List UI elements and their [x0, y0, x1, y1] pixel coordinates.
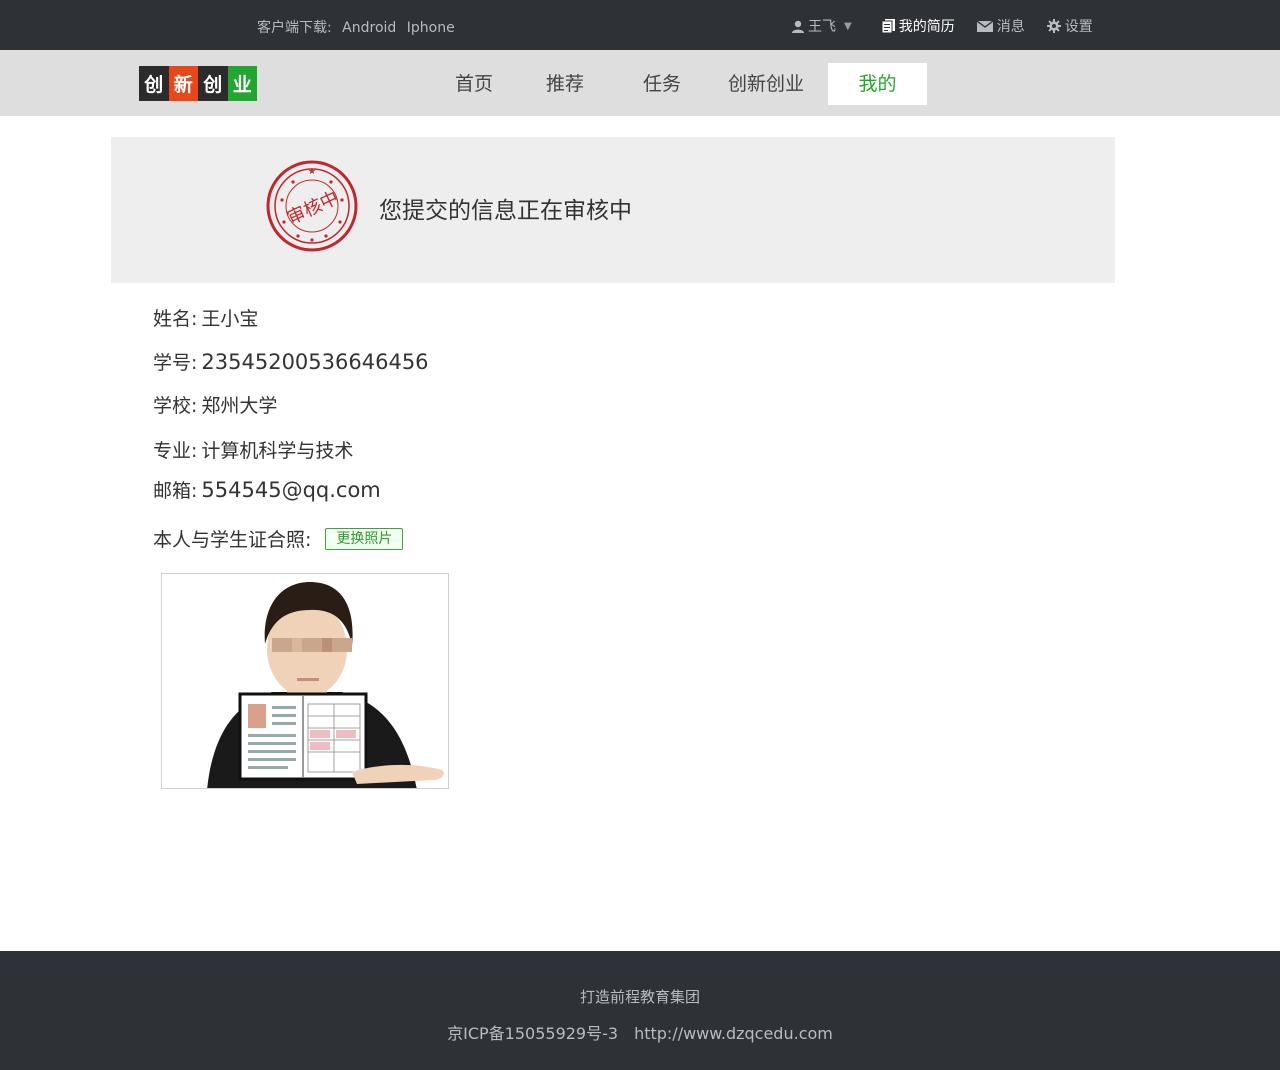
photo-illustration — [162, 574, 448, 788]
info-email-row: 邮箱: 554545@qq.com — [153, 476, 381, 503]
messages-link[interactable]: 消息 — [976, 16, 1025, 36]
student-id-value: 23545200536646456 — [201, 350, 429, 374]
logo-char-2: 新 — [168, 66, 198, 101]
stamp-text: 审核中 — [284, 187, 342, 229]
student-id-photo — [161, 573, 449, 789]
nav-home[interactable]: 首页 — [455, 63, 493, 105]
info-name-row: 姓名: 王小宝 — [153, 304, 258, 331]
settings-link[interactable]: 设置 — [1046, 16, 1093, 36]
user-name: 王飞 — [808, 19, 836, 35]
site-logo[interactable]: 创 新 创 业 — [139, 66, 257, 101]
photo-label: 本人与学生证合照: — [153, 529, 312, 551]
info-photo-row: 本人与学生证合照: 更换照片 — [153, 525, 404, 552]
messages-label: 消息 — [996, 19, 1025, 35]
iphone-link[interactable]: Iphone — [407, 20, 455, 36]
change-photo-button[interactable]: 更换照片 — [325, 527, 404, 550]
name-label: 姓名: — [153, 308, 198, 330]
main-nav-bar: 创 新 创 业 首页 推荐 任务 创新创业 我的 — [0, 50, 1280, 116]
site-url-link[interactable]: http://www.dzqcedu.com — [634, 1024, 833, 1043]
footer: 打造前程教育集团 京ICP备15055929号-3 http://www.dzqc… — [0, 951, 1280, 1070]
name-value: 王小宝 — [201, 308, 259, 330]
major-label: 专业: — [153, 440, 198, 462]
nav-mine[interactable]: 我的 — [828, 63, 927, 105]
envelope-icon — [976, 20, 993, 32]
android-link[interactable]: Android — [342, 20, 396, 36]
client-download: 客户端下载: Android Iphone — [257, 17, 461, 37]
school-value: 郑州大学 — [201, 395, 278, 417]
email-value: 554545@qq.com — [201, 478, 381, 502]
school-label: 学校: — [153, 395, 198, 417]
footer-icp-line: 京ICP备15055929号-3 http://www.dzqcedu.com — [0, 1020, 1280, 1044]
icp-number: 京ICP备15055929号-3 — [447, 1024, 619, 1043]
footer-slogan: 打造前程教育集团 — [579, 988, 700, 1006]
review-stamp-icon: 审核中 — [266, 160, 358, 252]
student-id-label: 学号: — [153, 352, 198, 374]
client-download-label: 客户端下载: — [257, 20, 332, 36]
nav-tasks[interactable]: 任务 — [643, 63, 681, 105]
info-major-row: 专业: 计算机科学与技术 — [153, 436, 353, 463]
nav-innovation[interactable]: 创新创业 — [728, 63, 804, 105]
info-id-row: 学号: 23545200536646456 — [153, 348, 429, 375]
user-icon — [792, 20, 804, 33]
info-school-row: 学校: 郑州大学 — [153, 391, 277, 418]
nav-recommend[interactable]: 推荐 — [546, 63, 584, 105]
my-resume-label: 我的简历 — [898, 19, 955, 35]
settings-label: 设置 — [1064, 19, 1093, 35]
user-menu[interactable]: 王飞 ▼ — [792, 16, 852, 36]
review-status-message: 您提交的信息正在审核中 — [379, 198, 632, 224]
document-icon — [881, 19, 895, 33]
email-label: 邮箱: — [153, 480, 198, 502]
chevron-down-icon: ▼ — [844, 20, 852, 32]
logo-char-3: 创 — [198, 66, 228, 101]
gear-icon — [1046, 19, 1061, 33]
logo-char-1: 创 — [139, 66, 169, 101]
major-value: 计算机科学与技术 — [201, 440, 354, 462]
logo-char-4: 业 — [227, 66, 257, 101]
top-bar: 客户端下载: Android Iphone 王飞 ▼ 我的简历 消息 设置 — [0, 0, 1280, 50]
review-status-panel: 审核中 您提交的信息正在审核中 — [111, 137, 1115, 283]
my-resume-link[interactable]: 我的简历 — [881, 16, 955, 36]
